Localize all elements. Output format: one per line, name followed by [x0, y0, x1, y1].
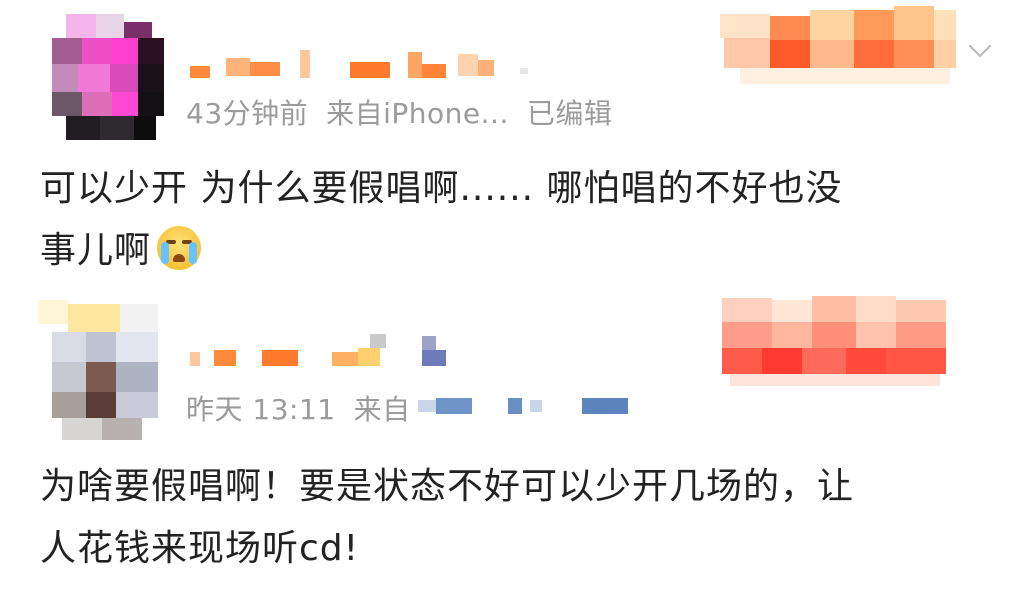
timestamp: 昨天 13:11: [186, 393, 336, 426]
avatar[interactable]: [52, 14, 164, 140]
comment-line-with-emoji: 事儿啊: [40, 220, 984, 282]
edited-label: 已编辑: [526, 97, 613, 130]
comment-text: 为啥要假唱啊！要是状态不好可以少开几场的，让 人花钱来现场听cd!: [40, 456, 984, 580]
timestamp: 43分钟前: [186, 97, 309, 130]
comment-line: 为啥要假唱啊！要是状态不好可以少开几场的，让: [40, 466, 855, 507]
source[interactable]: 来自: [354, 393, 411, 426]
comment-meta: 43分钟前 来自iPhone... 已编辑: [186, 92, 630, 132]
comment-line: 人花钱来现场听cd!: [40, 528, 360, 569]
avatar[interactable]: [38, 300, 158, 440]
source[interactable]: 来自iPhone...: [326, 97, 509, 130]
comment-text: 可以少开 为什么要假唱啊...... 哪怕唱的不好也没 事儿啊: [40, 158, 984, 282]
chevron-down-icon[interactable]: [968, 34, 992, 58]
comment-line: 可以少开 为什么要假唱啊...... 哪怕唱的不好也没: [40, 168, 843, 209]
crying-face-icon: [157, 226, 202, 270]
comment-meta: 昨天 13:11 来自: [186, 388, 429, 428]
comment-line: 事儿啊: [40, 230, 152, 271]
